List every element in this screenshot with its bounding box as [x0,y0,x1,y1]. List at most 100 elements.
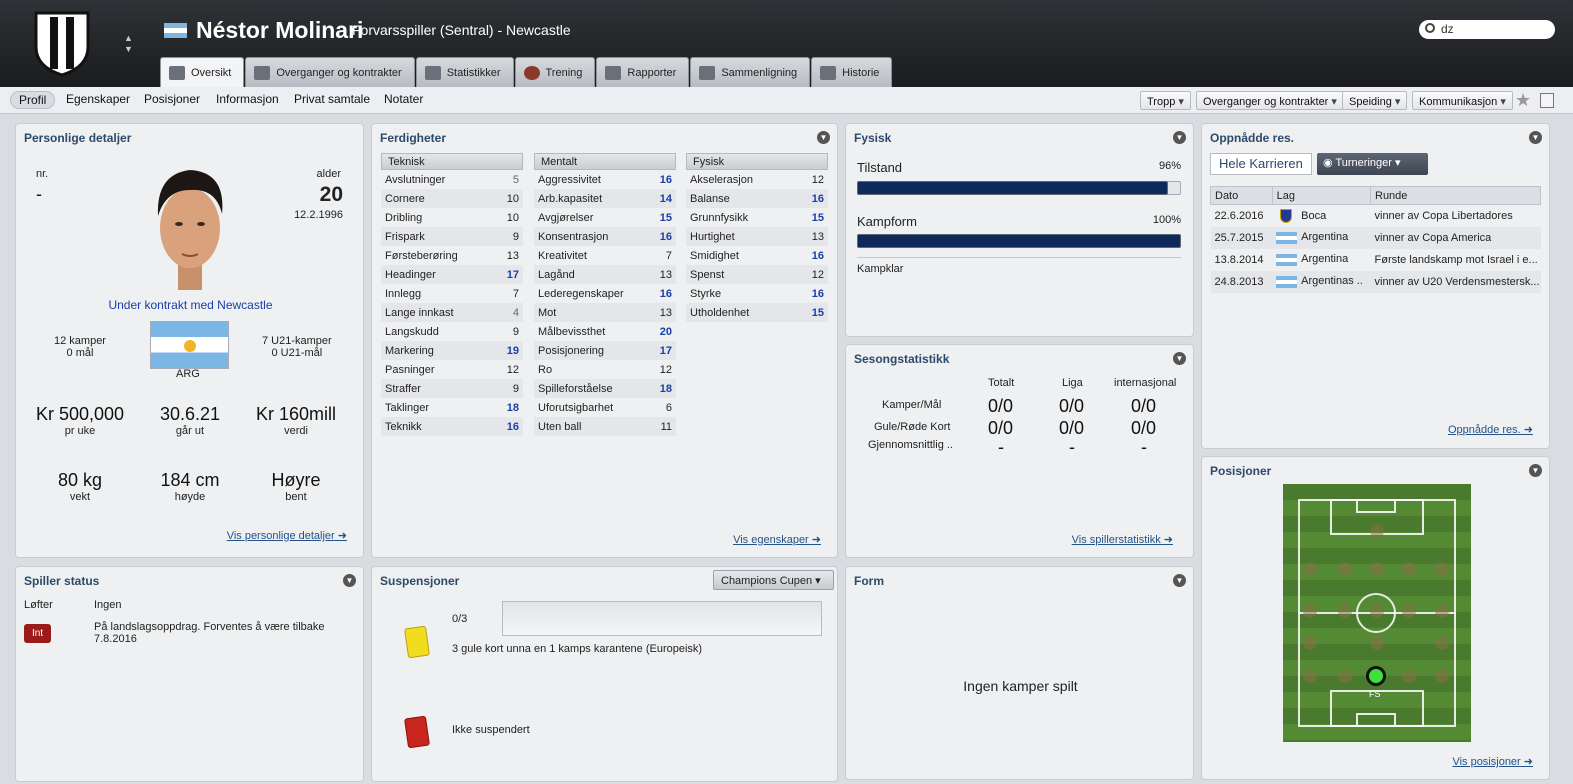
position-dot[interactable] [1435,636,1449,650]
subnav-positions[interactable]: Posisjoner [144,92,200,106]
position-dot[interactable] [1303,636,1317,650]
panel-menu-icon[interactable]: ▼ [1173,574,1186,587]
position-dot[interactable] [1370,604,1384,618]
col-team[interactable]: Lag [1271,186,1372,205]
tab-comparison[interactable]: Sammenligning [690,57,811,87]
subnav-profile[interactable]: Profil [10,91,56,109]
achievement-team[interactable]: Argentina [1272,249,1370,271]
attribute-row[interactable]: Posisjonering 17 [534,341,676,360]
view-stats-link[interactable]: Vis spillerstatistikk [1072,533,1173,546]
view-positions-link[interactable]: Vis posisjoner [1452,755,1533,768]
view-achievements-link[interactable]: Oppnådde res. [1448,423,1533,436]
panel-menu-icon[interactable]: ▼ [817,131,830,144]
attribute-row[interactable]: Avgjørelser 15 [534,208,676,227]
panel-menu-icon[interactable]: ▼ [1529,131,1542,144]
position-dot[interactable] [1435,604,1449,618]
attribute-row[interactable]: Styrke 16 [686,284,828,303]
club-crest-icon[interactable] [32,9,92,77]
position-dot[interactable] [1303,604,1317,618]
attribute-row[interactable]: Spilleforståelse 18 [534,379,676,398]
table-row[interactable]: 22.6.2016 Boca vinner av Copa Libertadores [1211,205,1541,227]
squad-dropdown[interactable]: Tropp [1140,91,1191,110]
attribute-row[interactable]: Førsteberøring 13 [381,246,523,265]
subnav-notes[interactable]: Notater [384,92,423,106]
tab-statistics[interactable]: Statistikker [415,57,514,87]
attribute-row[interactable]: Smidighet 16 [686,246,828,265]
tournaments-dropdown[interactable]: ◉ Turneringer ▾ [1317,153,1428,175]
attribute-row[interactable]: Langskudd 9 [381,322,523,341]
position-dot[interactable] [1370,636,1384,650]
attribute-row[interactable]: Frispark 9 [381,227,523,246]
attribute-row[interactable]: Målbevissthet 20 [534,322,676,341]
achievement-team[interactable]: Argentina [1272,227,1370,249]
position-dot[interactable] [1303,562,1317,576]
nation-flag-large[interactable] [150,321,229,369]
attribute-row[interactable]: Innlegg 7 [381,284,523,303]
tab-transfers[interactable]: Overganger og kontrakter [245,57,415,87]
natural-position-marker[interactable] [1366,666,1386,686]
position-dot[interactable] [1435,562,1449,576]
subnav-private-chat[interactable]: Privat samtale [294,92,370,106]
attribute-row[interactable]: Grunnfysikk 15 [686,208,828,227]
attribute-row[interactable]: Utholdenhet 15 [686,303,828,322]
attribute-row[interactable]: Cornere 10 [381,189,523,208]
tab-training[interactable]: Trening [514,57,596,87]
attribute-row[interactable]: Uten ball 11 [534,417,676,436]
shortlist-star-icon[interactable]: ★ [1515,90,1531,111]
search-input[interactable]: dz [1419,20,1555,39]
attribute-row[interactable]: Straffer 9 [381,379,523,398]
add-note-icon[interactable] [1540,93,1554,108]
panel-menu-icon[interactable]: ▼ [1173,131,1186,144]
panel-menu-icon[interactable]: ▼ [1529,464,1542,477]
player-subtitle[interactable]: Forvarsspiller (Sentral) - Newcastle [352,22,571,38]
achievement-team[interactable]: Boca [1272,205,1370,227]
tab-overview[interactable]: Oversikt [160,57,245,87]
col-date[interactable]: Dato [1210,186,1273,205]
attribute-row[interactable]: Uforutsigbarhet 6 [534,398,676,417]
transfers-dropdown[interactable]: Overganger og kontrakter [1196,91,1344,110]
attribute-row[interactable]: Balanse 16 [686,189,828,208]
panel-menu-icon[interactable]: ▼ [1173,352,1186,365]
position-dot[interactable] [1370,524,1384,538]
position-dot[interactable] [1303,669,1317,683]
attribute-row[interactable]: Hurtighet 13 [686,227,828,246]
tab-history[interactable]: Historie [811,57,893,87]
position-dot[interactable] [1338,562,1352,576]
panel-menu-icon[interactable]: ▼ [343,574,356,587]
position-dot[interactable] [1402,562,1416,576]
position-dot[interactable] [1435,669,1449,683]
scouting-dropdown[interactable]: Speiding [1342,91,1408,110]
attribute-row[interactable]: Lagånd 13 [534,265,676,284]
attribute-row[interactable]: Headinger 17 [381,265,523,284]
subnav-attributes[interactable]: Egenskaper [66,92,130,106]
attribute-row[interactable]: Spenst 12 [686,265,828,284]
attribute-row[interactable]: Kreativitet 7 [534,246,676,265]
view-personal-details-link[interactable]: Vis personlige detaljer [227,529,347,542]
career-toggle-button[interactable]: Hele Karrieren [1210,153,1312,175]
position-dot[interactable] [1402,604,1416,618]
attribute-row[interactable]: Markering 19 [381,341,523,360]
competition-dropdown[interactable]: Champions Cupen ▾ [713,570,834,590]
attribute-row[interactable]: Konsentrasjon 16 [534,227,676,246]
attribute-row[interactable]: Ro 12 [534,360,676,379]
view-attributes-link[interactable]: Vis egenskaper [733,533,821,546]
attribute-row[interactable]: Arb.kapasitet 14 [534,189,676,208]
contract-status[interactable]: Under kontrakt med Newcastle [16,298,365,312]
attribute-row[interactable]: Lederegenskaper 16 [534,284,676,303]
communication-dropdown[interactable]: Kommunikasjon [1412,91,1513,110]
attribute-row[interactable]: Dribling 10 [381,208,523,227]
table-row[interactable]: 13.8.2014 Argentina Første landskamp mot I… [1211,249,1541,271]
subnav-information[interactable]: Informasjon [216,92,279,106]
attribute-row[interactable]: Akselerasjon 12 [686,170,828,189]
attribute-row[interactable]: Taklinger 18 [381,398,523,417]
tab-reports[interactable]: Rapporter [596,57,690,87]
position-dot[interactable] [1338,669,1352,683]
player-nav-arrows[interactable]: ▲ ▼ [124,33,133,55]
achievement-team[interactable]: Argentinas .. [1272,271,1370,293]
attribute-row[interactable]: Teknikk 16 [381,417,523,436]
attribute-row[interactable]: Avslutninger 5 [381,170,523,189]
table-row[interactable]: 24.8.2013 Argentinas .. vinner av U20 Verd… [1210,270,1541,293]
attribute-row[interactable]: Mot 13 [534,303,676,322]
position-dot[interactable] [1370,562,1384,576]
attribute-row[interactable]: Pasninger 12 [381,360,523,379]
